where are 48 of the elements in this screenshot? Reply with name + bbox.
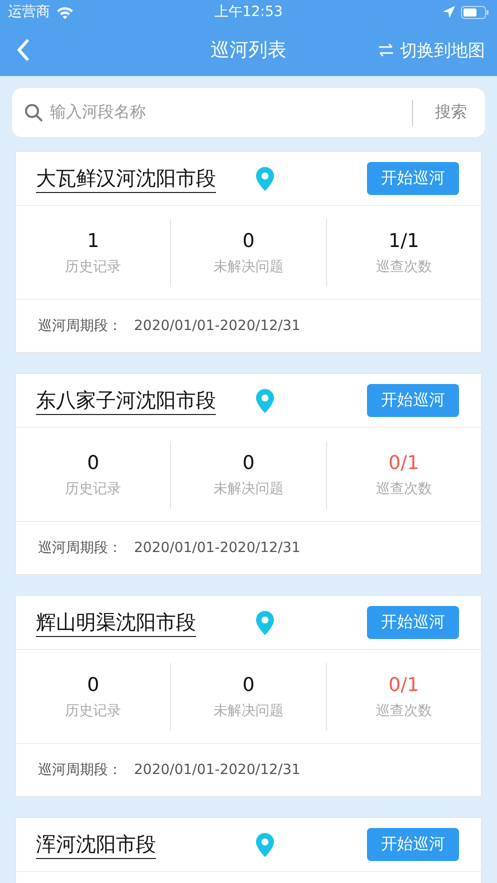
start-patrol-button[interactable]: 开始巡河	[367, 828, 459, 861]
stat-label: 历史记录	[65, 702, 122, 720]
stat-label: 未解决问题	[213, 480, 284, 498]
clock-text: 上午12:53	[214, 3, 283, 21]
start-patrol-button[interactable]: 开始巡河	[367, 384, 459, 417]
period-label: 巡河周期段：	[38, 539, 122, 557]
river-name[interactable]: 大瓦鲜汉河沈阳市段	[36, 166, 216, 193]
map-pin-icon[interactable]	[256, 388, 274, 412]
carrier-text: 运营商	[8, 3, 50, 21]
river-name[interactable]: 辉山明渠沈阳市段	[36, 610, 196, 637]
stat-value: 0	[87, 452, 100, 474]
stat-value: 0/1	[388, 452, 420, 474]
stat-value: 0/1	[388, 674, 420, 696]
period-dates: 2020/01/01-2020/12/31	[134, 318, 300, 334]
stat-value: 0	[87, 674, 100, 696]
stat-value: 0	[242, 674, 255, 696]
wifi-icon	[56, 6, 74, 18]
back-button[interactable]	[16, 38, 30, 62]
stat-value: 0	[242, 452, 255, 474]
battery-icon	[460, 6, 489, 18]
location-arrow-icon	[442, 6, 455, 18]
map-pin-icon[interactable]	[256, 166, 274, 190]
period-dates: 2020/01/01-2020/12/31	[134, 762, 300, 778]
stat-label: 巡查次数	[376, 480, 432, 498]
period-label: 巡河周期段：	[38, 317, 122, 335]
river-name[interactable]: 浑河沈阳市段	[36, 832, 156, 859]
switch-to-map-button[interactable]: 切换到地图	[378, 38, 485, 62]
river-name[interactable]: 东八家子河沈阳市段	[36, 388, 216, 415]
stat-label: 未解决问题	[213, 702, 284, 720]
swap-arrows-icon	[378, 43, 394, 57]
period-label: 巡河周期段：	[38, 761, 122, 779]
stat-label: 巡查次数	[376, 258, 432, 276]
search-field[interactable]: 输入河段名称	[24, 102, 412, 123]
stat-label: 历史记录	[65, 480, 122, 498]
search-button[interactable]: 搜索	[435, 102, 473, 123]
start-patrol-button[interactable]: 开始巡河	[367, 606, 459, 639]
stat-value: 1	[87, 230, 100, 252]
stat-label: 历史记录	[65, 258, 122, 276]
map-pin-icon[interactable]	[256, 610, 274, 634]
period-dates: 2020/01/01-2020/12/31	[134, 540, 300, 556]
search-icon	[24, 102, 44, 122]
stat-value: 1/1	[388, 230, 420, 252]
map-pin-icon[interactable]	[256, 832, 274, 856]
stat-value: 0	[242, 230, 255, 252]
stat-label: 未解决问题	[213, 258, 284, 276]
page-title: 巡河列表	[210, 39, 286, 61]
stat-label: 巡查次数	[376, 702, 432, 720]
start-patrol-button[interactable]: 开始巡河	[367, 162, 459, 195]
